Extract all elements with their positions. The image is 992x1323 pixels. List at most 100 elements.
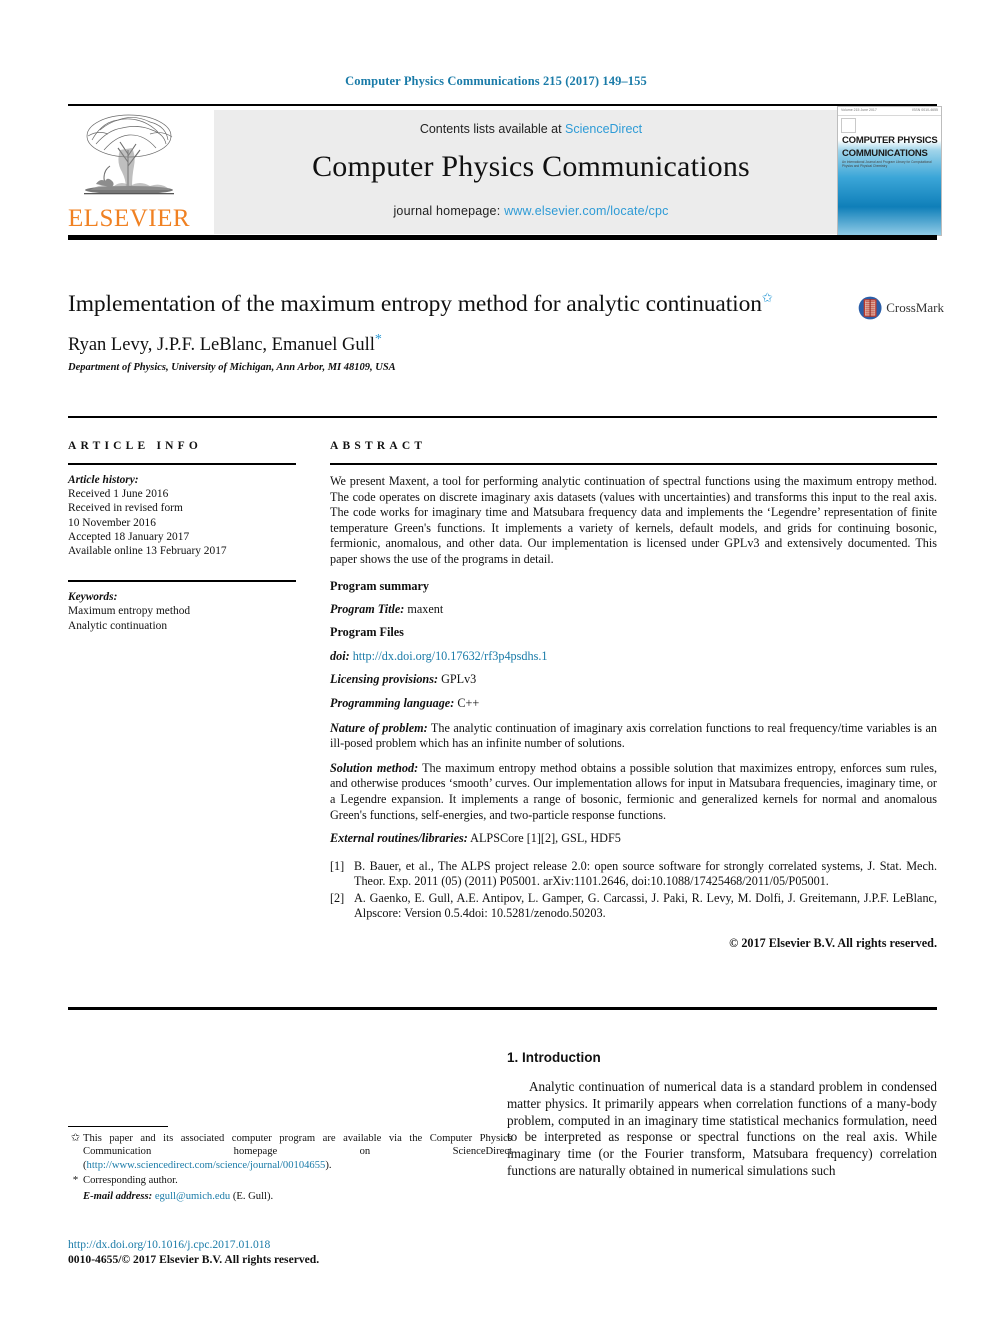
program-summary-heading: Program summary [330, 578, 429, 593]
email-address-suffix: (E. Gull). [230, 1190, 274, 1202]
contents-prefix: Contents lists available at [419, 122, 566, 136]
language-label: Programming language: [330, 695, 455, 710]
program-title-value: maxent [404, 601, 444, 616]
crossmark-label: CrossMark [886, 300, 944, 315]
program-title-label: Program Title: [330, 601, 405, 616]
journal-title: Computer Physics Communications [312, 150, 750, 183]
cover-volume-text: Volume 215 June 2017 [841, 108, 877, 112]
title-block: Implementation of the maximum entropy me… [68, 283, 848, 373]
article-title-text: Implementation of the maximum entropy me… [68, 290, 762, 317]
cover-topbar: Volume 215 June 2017 ISSN 0010-4655 [838, 107, 941, 116]
sciencedirect-journal-link[interactable]: http://www.sciencedirect.com/science/jou… [87, 1160, 326, 1171]
cover-issn-text: ISSN 0010-4655 [912, 108, 938, 112]
header-bottom-rule [68, 235, 937, 240]
licensing-field: Licensing provisions: GPLv3 [330, 672, 937, 688]
cover-title-line2: COMMUNICATIONS [842, 148, 928, 159]
crossmark-badge[interactable]: CrossMark [858, 288, 944, 328]
cover-elsevier-mark [841, 118, 856, 133]
article-info-column: ARTICLE INFO Article history: Received 1… [68, 440, 296, 633]
keywords-rule [68, 580, 296, 583]
email-address-link[interactable]: egull@umich.edu [155, 1191, 230, 1202]
footnote-star-text-part2: ). [325, 1159, 332, 1171]
keywords-label: Keywords: [68, 591, 118, 604]
history-item: Received 1 June 2016 [68, 488, 169, 501]
keywords-block: Keywords: Maximum entropy method Analyti… [68, 580, 296, 633]
paper-page: Computer Physics Communications 215 (201… [0, 0, 992, 1323]
homepage-prefix: journal homepage: [393, 204, 505, 218]
journal-header-band: Contents lists available at ScienceDirec… [214, 110, 848, 234]
body-column-right: 1. Introduction Analytic continuation of… [507, 1050, 937, 1180]
abstract-rule [330, 463, 937, 465]
elsevier-wordmark: ELSEVIER [68, 205, 191, 232]
program-files-field: Program Files [330, 625, 937, 641]
crossmark-icon [858, 296, 882, 320]
running-head: Computer Physics Communications 215 (201… [345, 74, 647, 88]
solution-label: Solution method: [330, 760, 419, 775]
reference-number: [1] [330, 858, 345, 873]
solution-text: The maximum entropy method obtains a pos… [330, 760, 937, 822]
history-item: 10 November 2016 [68, 516, 156, 529]
corresponding-author-marker[interactable]: * [375, 332, 382, 347]
body-top-rule [68, 1007, 937, 1010]
sciencedirect-link[interactable]: ScienceDirect [565, 122, 642, 136]
footnote-corresponding-marker: * [72, 1174, 79, 1187]
cover-subtitle: An International Journal and Program Lib… [842, 160, 932, 168]
journal-header: ELSEVIER Contents lists available at Sci… [68, 106, 942, 236]
external-label: External routines/libraries: [330, 831, 468, 846]
solution-method: Solution method: The maximum entropy met… [330, 761, 937, 823]
author-list: Ryan Levy, J.P.F. LeBlanc, Emanuel Gull* [68, 332, 848, 356]
footnote-star: ✩ This paper and its associated computer… [68, 1132, 512, 1172]
footnote-corresponding-text: Corresponding author. [83, 1175, 178, 1187]
page-title: Implementation of the maximum entropy me… [68, 283, 848, 319]
journal-cover-thumbnail: Volume 215 June 2017 ISSN 0010-4655 COMP… [837, 106, 942, 236]
licensing-value: GPLv3 [438, 672, 477, 687]
program-doi-field: doi: http://dx.doi.org/10.17632/rf3p4psd… [330, 649, 937, 665]
history-item: Available online 13 February 2017 [68, 545, 227, 558]
external-routines: External routines/libraries: ALPSCore [1… [330, 831, 937, 847]
footnote-star-text: This paper and its associated computer p… [83, 1132, 512, 1172]
article-doi-link[interactable]: http://dx.doi.org/10.1016/j.cpc.2017.01.… [68, 1238, 270, 1253]
section-heading-introduction: 1. Introduction [507, 1050, 601, 1065]
cover-title-line1: COMPUTER PHYSICS [842, 135, 938, 146]
history-item: Accepted 18 January 2017 [68, 530, 190, 543]
program-title-field: Program Title: maxent [330, 602, 937, 618]
footnote-rule [68, 1126, 168, 1127]
program-files-label: Program Files [330, 625, 404, 640]
article-history-block: Article history: Received 1 June 2016 Re… [68, 473, 296, 558]
article-info-heading: ARTICLE INFO [68, 440, 203, 452]
nature-of-problem: Nature of problem: The analytic continua… [330, 721, 937, 752]
reference-number: [2] [330, 890, 345, 905]
licensing-label: Licensing provisions: [330, 672, 439, 687]
reference-text: A. Gaenko, E. Gull, A.E. Antipov, L. Gam… [354, 890, 937, 921]
footnote-corresponding: * Corresponding author. [68, 1174, 512, 1187]
issn-rights-line: 0010-4655/© 2017 Elsevier B.V. All right… [68, 1253, 320, 1266]
footnote-star-marker: ✩ [70, 1132, 81, 1144]
elsevier-tree-icon [84, 114, 174, 195]
abstract-column: ABSTRACT We present Maxent, a tool for p… [330, 440, 937, 951]
email-address-label: E-mail address: [83, 1190, 153, 1202]
history-item: Received in revised form [68, 502, 183, 515]
language-value: C++ [454, 695, 480, 710]
reference-list: [1] B. Bauer, et al., The ALPS project r… [330, 859, 937, 922]
keyword-item: Analytic continuation [68, 619, 168, 632]
author-names: Ryan Levy, J.P.F. LeBlanc, Emanuel Gull [68, 334, 375, 355]
nature-label: Nature of problem: [330, 720, 428, 735]
footnote-block: ✩ This paper and its associated computer… [68, 1132, 512, 1203]
introduction-paragraph: Analytic continuation of numerical data … [507, 1079, 937, 1178]
keyword-item: Maximum entropy method [68, 605, 191, 618]
external-text: ALPSCore [1][2], GSL, HDF5 [467, 831, 621, 846]
title-bottom-rule [68, 416, 937, 418]
journal-homepage-link[interactable]: www.elsevier.com/locate/cpc [504, 204, 669, 218]
doi-label: doi: [330, 648, 350, 663]
title-footnote-marker[interactable]: ✩ [762, 290, 773, 305]
affiliation: Department of Physics, University of Mic… [68, 361, 396, 373]
contents-line: Contents lists available at ScienceDirec… [214, 110, 848, 136]
abstract-text: We present Maxent, a tool for performing… [330, 474, 937, 566]
reference-item: [1] B. Bauer, et al., The ALPS project r… [330, 859, 937, 890]
reference-item: [2] A. Gaenko, E. Gull, A.E. Antipov, L.… [330, 891, 937, 922]
copyright-line: © 2017 Elsevier B.V. All rights reserved… [729, 936, 937, 951]
elsevier-logo: ELSEVIER [68, 110, 190, 234]
language-field: Programming language: C++ [330, 696, 937, 712]
journal-homepage-line: journal homepage: www.elsevier.com/locat… [214, 204, 848, 218]
program-doi-link[interactable]: http://dx.doi.org/10.17632/rf3p4psdhs.1 [350, 649, 548, 663]
